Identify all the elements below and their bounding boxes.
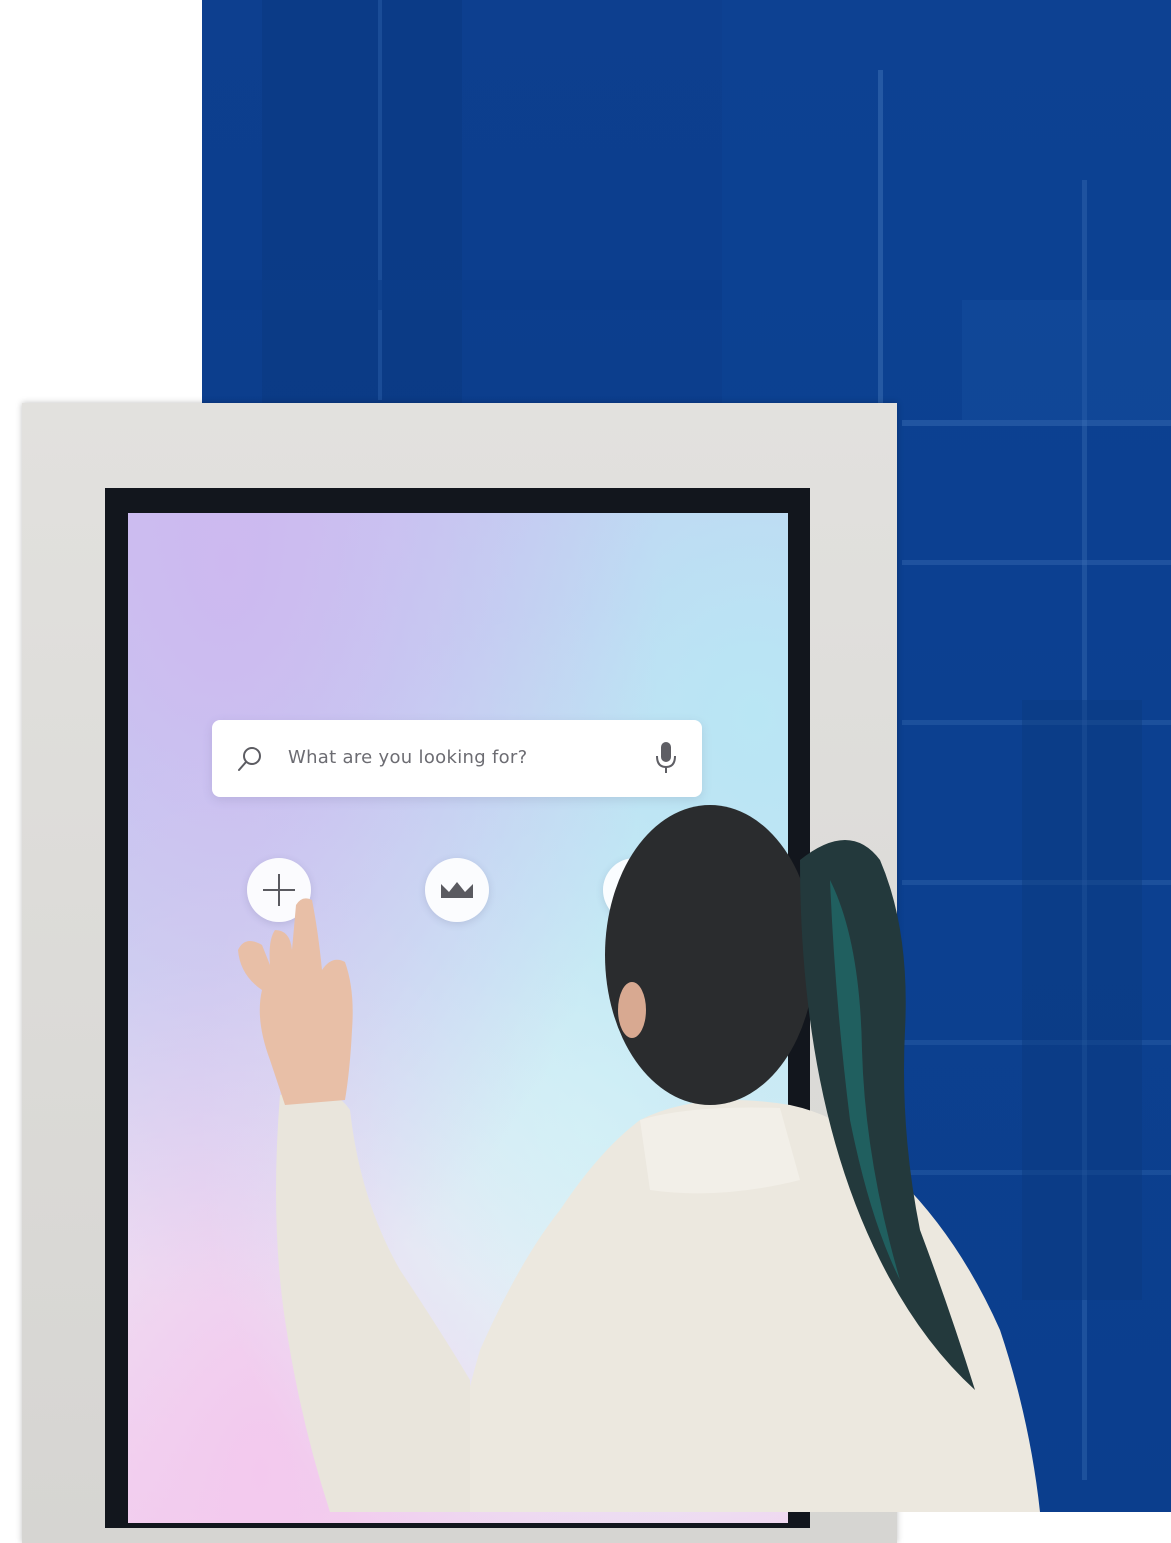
kiosk-screen: What are you looking for? — [128, 513, 788, 1523]
microphone-icon[interactable] — [654, 740, 678, 776]
third-button[interactable] — [603, 858, 667, 922]
search-input[interactable]: What are you looking for? — [288, 747, 527, 768]
crown-icon — [441, 882, 473, 898]
crown-button[interactable] — [425, 858, 489, 922]
plus-icon — [263, 874, 295, 906]
search-bar[interactable]: What are you looking for? — [212, 720, 702, 797]
search-icon[interactable] — [234, 743, 266, 775]
add-button[interactable] — [247, 858, 311, 922]
